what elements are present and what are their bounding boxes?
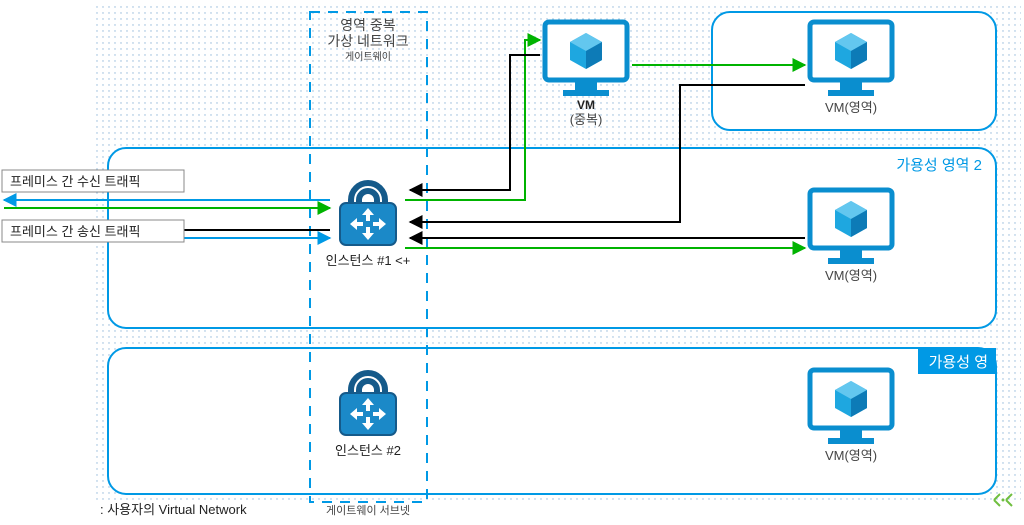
instance2-label: 인스턴스 #2 bbox=[335, 443, 401, 458]
gateway-caption: 게이트웨이 bbox=[345, 51, 391, 63]
ingress-label: 프레미스 간 수신 트래픽 bbox=[10, 174, 140, 189]
vm-zone2-label: VM(영역) bbox=[825, 268, 877, 283]
vm-top-sub: (중복) bbox=[570, 112, 603, 127]
egress-label: 프레미스 간 송신 트래픽 bbox=[10, 224, 140, 239]
vm-top-label: VM bbox=[577, 98, 595, 112]
vm-zone3-label: VM(영역) bbox=[825, 448, 877, 463]
vm-zone1-label: VM(영역) bbox=[825, 100, 877, 115]
zone-redundant-line2: 가상 네트워크 bbox=[327, 33, 408, 49]
gateway-subnet-caption: 게이트웨이 서브넷 bbox=[326, 504, 410, 517]
vnet-caption: : 사용자의 Virtual Network bbox=[100, 502, 247, 517]
azone3-label: 가용성 영 bbox=[929, 354, 988, 371]
zone-redundant-line1: 영역 중복 bbox=[340, 17, 396, 33]
instance1-label: 인스턴스 #1 <+ bbox=[326, 253, 411, 268]
azone2-label: 가용성 영역 2 bbox=[896, 157, 982, 174]
